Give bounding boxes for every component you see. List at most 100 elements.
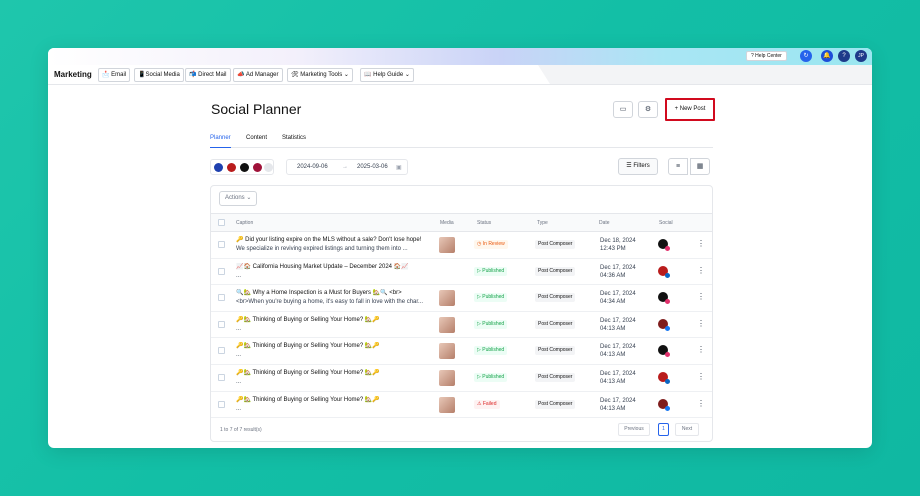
actions-dropdown[interactable]: Actions ⌄ — [219, 191, 257, 206]
clock-icon: ◷ — [477, 241, 482, 247]
row-checkbox[interactable] — [218, 400, 225, 408]
more-options-icon[interactable]: ⋮ — [697, 266, 705, 275]
account-avatar — [240, 163, 249, 172]
send-icon: ▷ — [477, 320, 481, 327]
status-badge: ▷ Published — [474, 319, 508, 329]
page-1-button[interactable]: 1 — [658, 423, 669, 436]
media-thumbnail[interactable] — [439, 396, 455, 413]
instagram-icon — [665, 299, 670, 305]
comment-button[interactable]: ▭ — [613, 101, 633, 118]
caption-line-1: 🔑 Did your listing expire on the MLS wit… — [236, 237, 422, 243]
post-date-day: Dec 17, 2024 — [600, 344, 636, 351]
post-date: Dec 17, 2024 04:13 AM — [600, 317, 636, 333]
top-bar: ? Help Center ↻ 🔔 ? JP — [48, 48, 872, 65]
type-badge: Post Composer — [535, 266, 576, 276]
calendar-view-button[interactable]: ▦ — [690, 158, 710, 175]
date-range-picker[interactable]: 2024-09-06 → 2025-03-06 ▣ — [286, 159, 408, 175]
post-date-time: 04:34 AM — [600, 299, 626, 306]
status-badge: ▷ Published — [474, 266, 508, 276]
book-icon: 📖 — [364, 72, 372, 78]
tools-icon: 🛠 — [291, 72, 299, 78]
status-label: Published — [482, 320, 505, 327]
post-date-time: 04:13 AM — [600, 379, 626, 385]
nav-label: Marketing Tools — [300, 72, 343, 78]
gear-icon: ⚙ — [644, 106, 652, 113]
tab-statistics[interactable]: Statistics — [282, 135, 306, 141]
row-checkbox[interactable] — [218, 241, 225, 248]
user-avatar[interactable]: JP — [855, 50, 867, 62]
more-options-icon[interactable]: ⋮ — [697, 345, 705, 354]
more-options-icon[interactable]: ⋮ — [697, 399, 705, 408]
refresh-icon[interactable]: ↻ — [800, 50, 812, 62]
send-icon: ▷ — [477, 294, 481, 301]
row-checkbox[interactable] — [218, 294, 225, 302]
media-thumbnail[interactable] — [439, 290, 455, 307]
nav-ad-manager-button[interactable]: 📣 Ad Manager — [233, 68, 283, 82]
table-row[interactable]: 📈🏠 California Housing Market Update – De… — [211, 259, 712, 286]
question-icon[interactable]: ? — [838, 50, 850, 62]
table-row[interactable]: 🔑 Did your listing expire on the MLS wit… — [211, 232, 712, 259]
app-window: ? Help Center ↻ 🔔 ? JP Marketing 📩 Email… — [48, 48, 872, 448]
post-date: Dec 17, 2024 04:13 AM — [600, 370, 636, 386]
calendar-icon: ▦ — [696, 163, 704, 170]
filters-button[interactable]: ☰ Filters — [618, 158, 658, 175]
account-avatar — [227, 163, 236, 172]
nav-help-guide-button[interactable]: 📖 Help Guide ⌄ — [360, 68, 414, 82]
facebook-icon — [665, 405, 670, 411]
arrow-right-icon: → — [342, 164, 348, 170]
caption-line-1: 🔍🏡 Why a Home Inspection is a Must for B… — [236, 290, 402, 297]
nav-label: Social Media — [145, 72, 180, 78]
table-row[interactable]: 🔑🏡 Thinking of Buying or Selling Your Ho… — [211, 365, 712, 392]
nav-direct-mail-button[interactable]: 📬 Direct Mail — [185, 68, 231, 82]
row-checkbox[interactable] — [218, 374, 225, 381]
account-selector[interactable] — [210, 159, 274, 175]
bell-icon[interactable]: 🔔 — [821, 50, 833, 62]
media-thumbnail[interactable] — [439, 316, 455, 333]
nav-email-button[interactable]: 📩 Email — [98, 68, 131, 82]
filter-icon: ☰ — [626, 163, 632, 169]
table-row[interactable]: 🔑🏡 Thinking of Buying or Selling Your Ho… — [211, 392, 712, 419]
media-thumbnail[interactable] — [439, 370, 455, 386]
media-thumbnail[interactable] — [439, 343, 455, 360]
post-date-day: Dec 17, 2024 — [600, 264, 636, 271]
select-all-checkbox[interactable] — [218, 219, 225, 226]
table-row[interactable]: 🔑🏡 Thinking of Buying or Selling Your Ho… — [211, 338, 712, 365]
previous-button[interactable]: Previous — [618, 423, 650, 436]
media-thumbnail[interactable] — [439, 237, 455, 253]
row-checkbox[interactable] — [218, 267, 225, 275]
more-options-icon[interactable]: ⋮ — [697, 319, 705, 328]
more-options-icon[interactable]: ⋮ — [697, 292, 705, 301]
chevron-down-icon: ⌄ — [246, 195, 252, 201]
actions-label: Actions — [225, 195, 245, 201]
list-view-button[interactable]: ≡ — [668, 158, 688, 175]
status-badge: ▷ Published — [474, 293, 508, 303]
table-row[interactable]: 🔍🏡 Why a Home Inspection is a Must for B… — [211, 285, 712, 312]
type-badge: Post Composer — [535, 346, 576, 356]
chevron-down-icon: ⌄ — [404, 72, 410, 78]
help-center-button[interactable]: ? Help Center — [746, 51, 787, 61]
tab-content[interactable]: Content — [246, 135, 267, 141]
next-button[interactable]: Next — [675, 423, 699, 436]
more-options-icon[interactable]: ⋮ — [697, 239, 705, 248]
row-checkbox[interactable] — [218, 320, 225, 328]
post-date-day: Dec 17, 2024 — [600, 371, 636, 377]
new-post-label: New Post — [679, 106, 706, 112]
column-date: Date — [599, 220, 610, 226]
row-checkbox[interactable] — [218, 347, 225, 355]
nav-social-media-button[interactable]: 📱Social Media — [134, 68, 184, 82]
nav-marketing-tools-button[interactable]: 🛠 Marketing Tools ⌄ — [287, 68, 353, 82]
new-post-button[interactable]: + New Post — [665, 98, 715, 121]
post-date-time: 04:13 AM — [600, 405, 626, 412]
chevron-down-icon: ⌄ — [343, 72, 349, 78]
tab-planner[interactable]: Planner — [210, 135, 231, 148]
more-options-icon[interactable]: ⋮ — [697, 372, 705, 381]
post-date-time: 12:43 PM — [600, 246, 626, 252]
caption-line-1: 🔑🏡 Thinking of Buying or Selling Your Ho… — [236, 370, 380, 376]
nav-label: Direct Mail — [198, 72, 227, 78]
status-label: Published — [482, 347, 505, 354]
settings-button[interactable]: ⚙ — [638, 101, 658, 118]
linkedin-icon — [665, 379, 670, 384]
status-badge: ⚠ Failed — [474, 399, 500, 409]
table-row[interactable]: 🔑🏡 Thinking of Buying or Selling Your Ho… — [211, 312, 712, 339]
caption-line-1: 🔑🏡 Thinking of Buying or Selling Your Ho… — [236, 316, 380, 323]
